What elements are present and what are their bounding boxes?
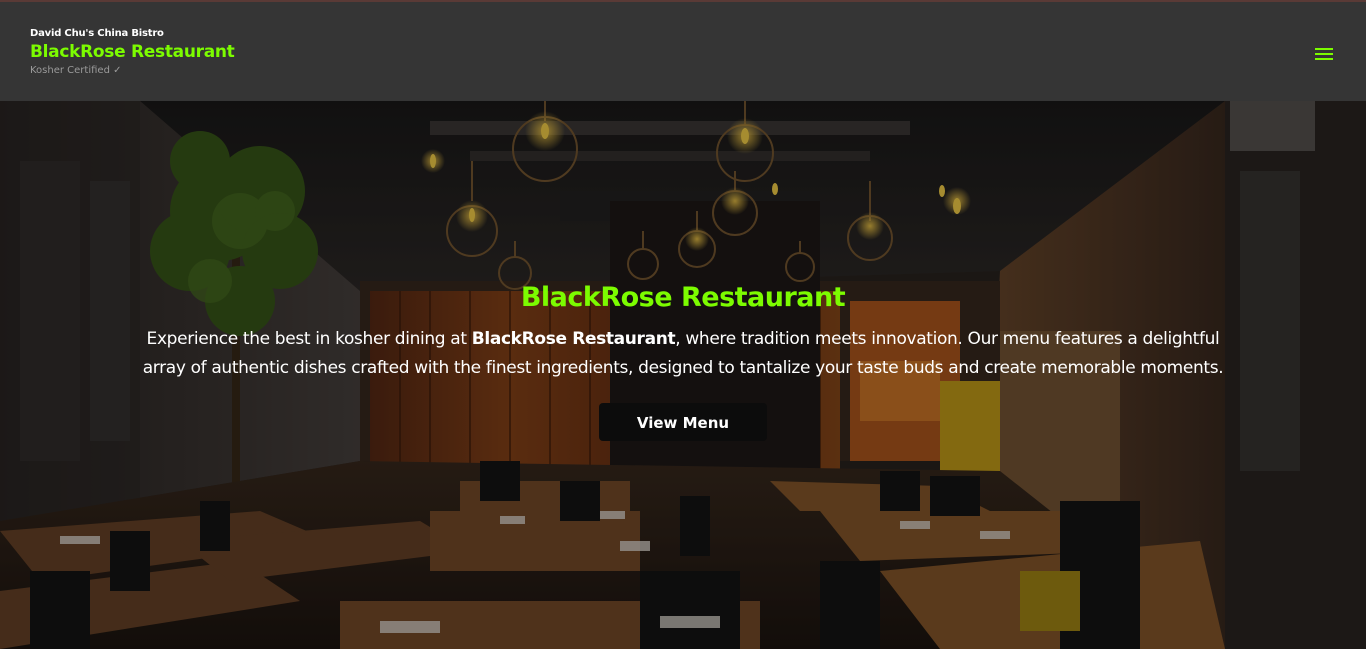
hero-text-start: Experience the best in kosher dining at (146, 329, 472, 349)
hamburger-menu-icon[interactable] (1312, 44, 1336, 64)
site-header: David Chu's China Bistro BlackRose Resta… (0, 0, 1366, 101)
hero-text-bold: BlackRose Restaurant (471, 329, 676, 349)
brand-title[interactable]: BlackRose Restaurant (30, 41, 235, 63)
menu-bar-top (1315, 48, 1333, 50)
kosher-certified-label: Kosher Certified ✓ (30, 65, 122, 76)
view-menu-button[interactable]: View Menu (599, 403, 767, 441)
hero-section: BlackRose Restaurant Experience the best… (0, 101, 1366, 649)
hero-content: BlackRose Restaurant Experience the best… (140, 281, 1226, 441)
brand-block[interactable]: David Chu's China Bistro BlackRose Resta… (30, 28, 235, 78)
hero-title: BlackRose Restaurant (520, 282, 846, 313)
menu-bar-middle (1315, 53, 1333, 55)
brand-pretitle: David Chu's China Bistro (30, 28, 164, 39)
menu-bar-bottom (1315, 58, 1333, 60)
hero-description: Experience the best in kosher dining at … (140, 325, 1226, 382)
